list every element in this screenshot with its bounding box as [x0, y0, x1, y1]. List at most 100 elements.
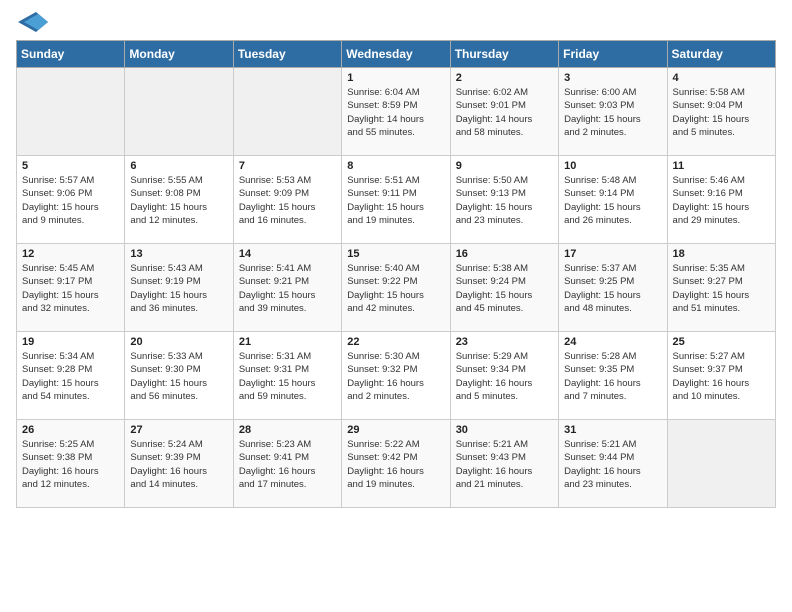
day-number: 8 — [347, 160, 444, 172]
weekday-header: Monday — [125, 41, 233, 68]
day-number: 7 — [239, 160, 336, 172]
day-info: Sunrise: 5:31 AM Sunset: 9:31 PM Dayligh… — [239, 350, 336, 403]
weekday-header: Sunday — [17, 41, 125, 68]
day-info: Sunrise: 5:46 AM Sunset: 9:16 PM Dayligh… — [673, 174, 770, 227]
calendar-cell — [233, 68, 341, 156]
day-info: Sunrise: 5:30 AM Sunset: 9:32 PM Dayligh… — [347, 350, 444, 403]
logo — [16, 16, 48, 32]
day-info: Sunrise: 5:37 AM Sunset: 9:25 PM Dayligh… — [564, 262, 661, 315]
day-info: Sunrise: 5:29 AM Sunset: 9:34 PM Dayligh… — [456, 350, 553, 403]
day-number: 15 — [347, 248, 444, 260]
calendar-cell: 5 Sunrise: 5:57 AM Sunset: 9:06 PM Daylig… — [17, 156, 125, 244]
calendar-cell: 4 Sunrise: 5:58 AM Sunset: 9:04 PM Daylig… — [667, 68, 775, 156]
day-number: 13 — [130, 248, 227, 260]
day-number: 18 — [673, 248, 770, 260]
calendar-cell: 9Sunrise: 5:50 AM Sunset: 9:13 PM Daylig… — [450, 156, 558, 244]
day-info: Sunrise: 5:45 AM Sunset: 9:17 PM Dayligh… — [22, 262, 119, 315]
calendar-cell: 3 Sunrise: 6:00 AM Sunset: 9:03 PM Daylig… — [559, 68, 667, 156]
calendar-table: SundayMondayTuesdayWednesdayThursdayFrid… — [16, 40, 776, 508]
calendar-cell: 17 Sunrise: 5:37 AM Sunset: 9:25 PM Dayli… — [559, 244, 667, 332]
day-number: 26 — [22, 424, 119, 436]
day-number: 3 — [564, 72, 661, 84]
day-info: Sunrise: 5:40 AM Sunset: 9:22 PM Dayligh… — [347, 262, 444, 315]
day-number: 17 — [564, 248, 661, 260]
calendar-cell: 13 Sunrise: 5:43 AM Sunset: 9:19 PM Dayli… — [125, 244, 233, 332]
day-number: 25 — [673, 336, 770, 348]
day-info: Sunrise: 5:53 AM Sunset: 9:09 PM Dayligh… — [239, 174, 336, 227]
day-info: Sunrise: 5:21 AM Sunset: 9:44 PM Dayligh… — [564, 438, 661, 491]
day-number: 12 — [22, 248, 119, 260]
calendar-cell: 23 Sunrise: 5:29 AM Sunset: 9:34 PM Dayli… — [450, 332, 558, 420]
day-info: Sunrise: 5:21 AM Sunset: 9:43 PM Dayligh… — [456, 438, 553, 491]
weekday-header: Friday — [559, 41, 667, 68]
calendar-cell: 10 Sunrise: 5:48 AM Sunset: 9:14 PM Dayli… — [559, 156, 667, 244]
day-info: Sunrise: 5:41 AM Sunset: 9:21 PM Dayligh… — [239, 262, 336, 315]
day-info: Sunrise: 5:23 AM Sunset: 9:41 PM Dayligh… — [239, 438, 336, 491]
day-number: 21 — [239, 336, 336, 348]
day-info: Sunrise: 5:34 AM Sunset: 9:28 PM Dayligh… — [22, 350, 119, 403]
calendar-cell: 26 Sunrise: 5:25 AM Sunset: 9:38 PM Dayli… — [17, 420, 125, 508]
calendar-cell: 2 Sunrise: 6:02 AM Sunset: 9:01 PM Daylig… — [450, 68, 558, 156]
calendar-cell: 20 Sunrise: 5:33 AM Sunset: 9:30 PM Dayli… — [125, 332, 233, 420]
calendar-cell: 22 Sunrise: 5:30 AM Sunset: 9:32 PM Dayli… — [342, 332, 450, 420]
logo-arrow-icon — [18, 12, 48, 32]
day-info: Sunrise: 5:43 AM Sunset: 9:19 PM Dayligh… — [130, 262, 227, 315]
calendar-cell: 24 Sunrise: 5:28 AM Sunset: 9:35 PM Dayli… — [559, 332, 667, 420]
day-info: Sunrise: 5:22 AM Sunset: 9:42 PM Dayligh… — [347, 438, 444, 491]
day-number: 24 — [564, 336, 661, 348]
day-info: Sunrise: 5:33 AM Sunset: 9:30 PM Dayligh… — [130, 350, 227, 403]
day-number: 6 — [130, 160, 227, 172]
day-number: 4 — [673, 72, 770, 84]
day-number: 16 — [456, 248, 553, 260]
day-number: 5 — [22, 160, 119, 172]
day-number: 22 — [347, 336, 444, 348]
day-info: Sunrise: 5:51 AM Sunset: 9:11 PM Dayligh… — [347, 174, 444, 227]
calendar-cell: 1 Sunrise: 6:04 AM Sunset: 8:59 PM Daylig… — [342, 68, 450, 156]
day-info: Sunrise: 5:27 AM Sunset: 9:37 PM Dayligh… — [673, 350, 770, 403]
calendar-cell: 12 Sunrise: 5:45 AM Sunset: 9:17 PM Dayli… — [17, 244, 125, 332]
day-number: 1 — [347, 72, 444, 84]
day-number: 29 — [347, 424, 444, 436]
day-info: Sunrise: 5:50 AM Sunset: 9:13 PM Dayligh… — [456, 174, 553, 227]
calendar-cell: 21 Sunrise: 5:31 AM Sunset: 9:31 PM Dayli… — [233, 332, 341, 420]
day-number: 28 — [239, 424, 336, 436]
calendar-cell — [125, 68, 233, 156]
calendar-cell: 16 Sunrise: 5:38 AM Sunset: 9:24 PM Dayli… — [450, 244, 558, 332]
weekday-header: Saturday — [667, 41, 775, 68]
calendar-cell: 30Sunrise: 5:21 AM Sunset: 9:43 PM Dayli… — [450, 420, 558, 508]
day-number: 23 — [456, 336, 553, 348]
calendar-cell: 18 Sunrise: 5:35 AM Sunset: 9:27 PM Dayli… — [667, 244, 775, 332]
day-info: Sunrise: 6:00 AM Sunset: 9:03 PM Dayligh… — [564, 86, 661, 139]
day-info: Sunrise: 5:35 AM Sunset: 9:27 PM Dayligh… — [673, 262, 770, 315]
calendar-cell: 31 Sunrise: 5:21 AM Sunset: 9:44 PM Dayli… — [559, 420, 667, 508]
calendar-cell: 29 Sunrise: 5:22 AM Sunset: 9:42 PM Dayli… — [342, 420, 450, 508]
day-number: 31 — [564, 424, 661, 436]
day-info: Sunrise: 5:55 AM Sunset: 9:08 PM Dayligh… — [130, 174, 227, 227]
day-number: 2 — [456, 72, 553, 84]
weekday-header: Tuesday — [233, 41, 341, 68]
calendar-cell: 28 Sunrise: 5:23 AM Sunset: 9:41 PM Dayli… — [233, 420, 341, 508]
calendar-cell: 14Sunrise: 5:41 AM Sunset: 9:21 PM Dayli… — [233, 244, 341, 332]
calendar-cell: 11 Sunrise: 5:46 AM Sunset: 9:16 PM Dayli… — [667, 156, 775, 244]
calendar-cell: 15 Sunrise: 5:40 AM Sunset: 9:22 PM Dayli… — [342, 244, 450, 332]
calendar-cell: 6 Sunrise: 5:55 AM Sunset: 9:08 PM Daylig… — [125, 156, 233, 244]
day-info: Sunrise: 5:38 AM Sunset: 9:24 PM Dayligh… — [456, 262, 553, 315]
day-number: 20 — [130, 336, 227, 348]
day-info: Sunrise: 5:57 AM Sunset: 9:06 PM Dayligh… — [22, 174, 119, 227]
calendar-cell: 19Sunrise: 5:34 AM Sunset: 9:28 PM Dayli… — [17, 332, 125, 420]
day-info: Sunrise: 5:58 AM Sunset: 9:04 PM Dayligh… — [673, 86, 770, 139]
weekday-header: Thursday — [450, 41, 558, 68]
day-info: Sunrise: 6:02 AM Sunset: 9:01 PM Dayligh… — [456, 86, 553, 139]
day-info: Sunrise: 5:28 AM Sunset: 9:35 PM Dayligh… — [564, 350, 661, 403]
weekday-header: Wednesday — [342, 41, 450, 68]
calendar-cell: 27Sunrise: 5:24 AM Sunset: 9:39 PM Dayli… — [125, 420, 233, 508]
day-info: Sunrise: 5:25 AM Sunset: 9:38 PM Dayligh… — [22, 438, 119, 491]
calendar-cell: 8 Sunrise: 5:51 AM Sunset: 9:11 PM Daylig… — [342, 156, 450, 244]
day-info: Sunrise: 5:48 AM Sunset: 9:14 PM Dayligh… — [564, 174, 661, 227]
page-header — [16, 16, 776, 32]
calendar-cell: 25 Sunrise: 5:27 AM Sunset: 9:37 PM Dayli… — [667, 332, 775, 420]
day-number: 11 — [673, 160, 770, 172]
day-info: Sunrise: 6:04 AM Sunset: 8:59 PM Dayligh… — [347, 86, 444, 139]
day-number: 10 — [564, 160, 661, 172]
calendar-cell — [667, 420, 775, 508]
